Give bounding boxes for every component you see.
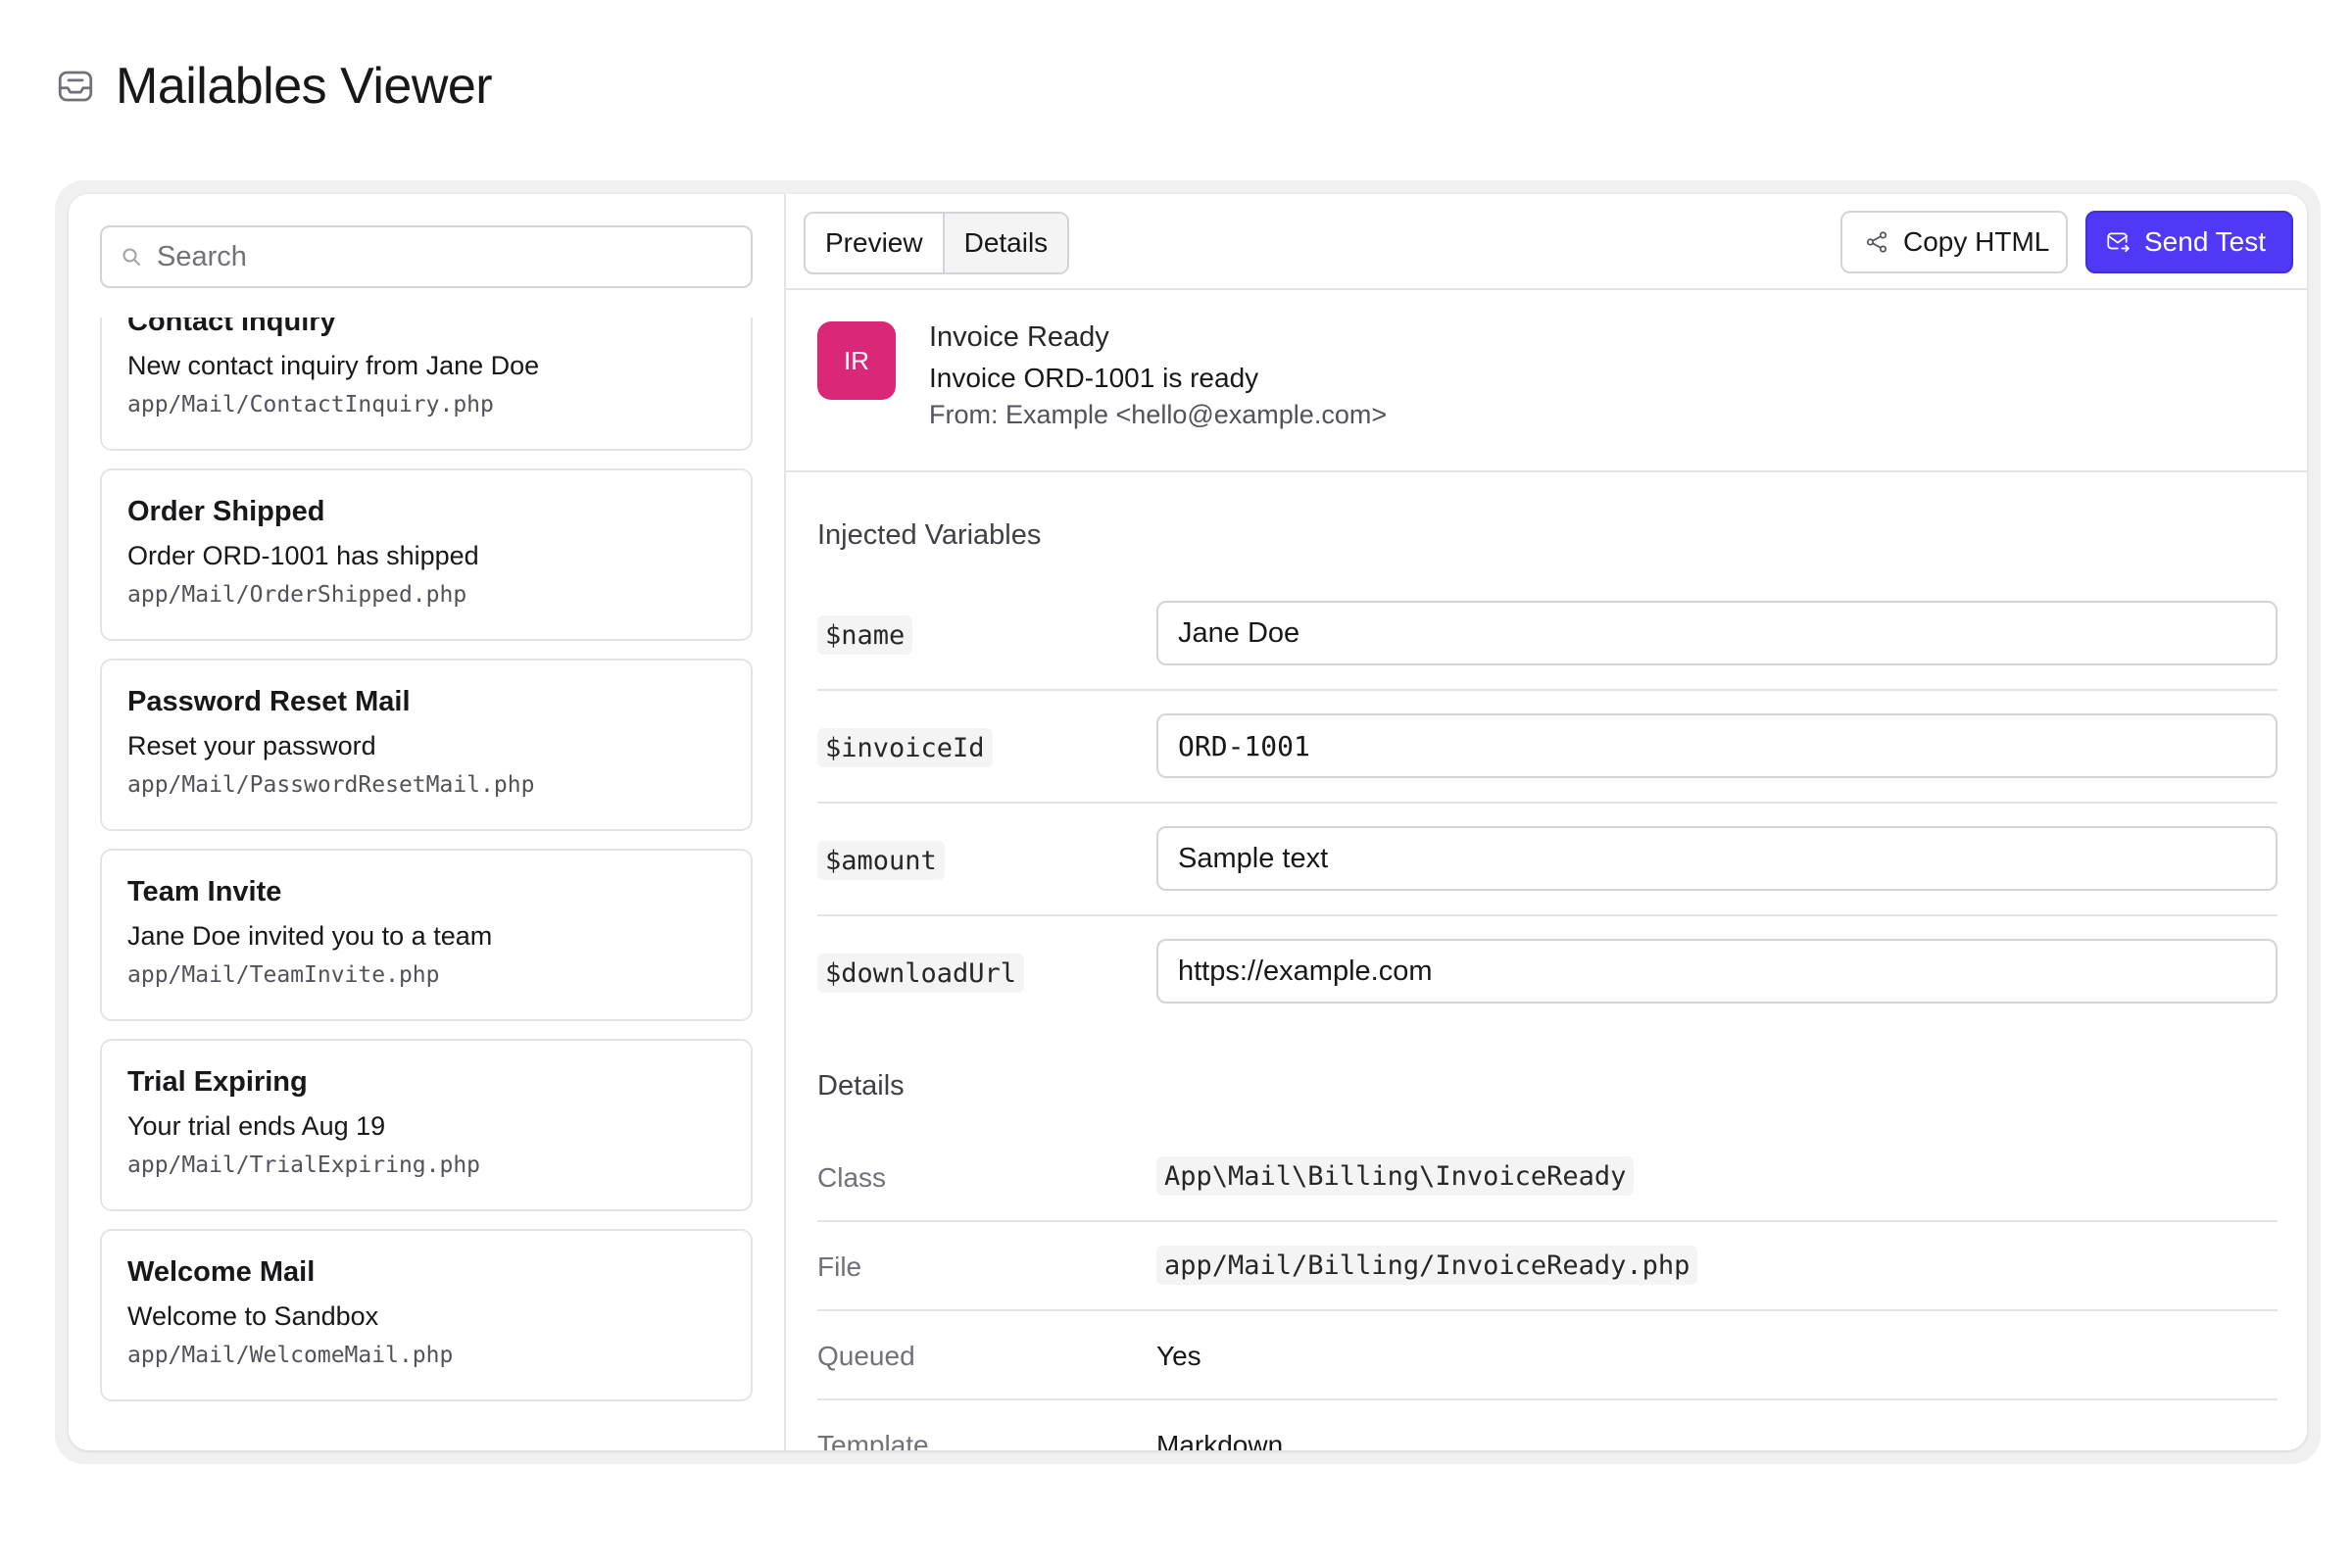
mailable-subject: Order ORD-1001 has shipped [127, 541, 479, 570]
variable-key: $name [817, 615, 913, 655]
details-heading: Details [817, 1070, 905, 1102]
tab-preview[interactable]: Preview [806, 214, 943, 272]
search-icon [122, 247, 141, 267]
mailable-subject: Reset your password [127, 731, 376, 760]
mailable-path: app/Mail/ContactInquiry.php [127, 392, 494, 417]
viewer-shell: Contact Inquiry New contact inquiry from… [55, 180, 2321, 1464]
mailable-title: Password Reset Mail [127, 686, 411, 717]
mailable-title: Trial Expiring [127, 1066, 308, 1098]
mailable-subject: New contact inquiry from Jane Doe [127, 351, 540, 380]
send-test-label: Send Test [2144, 226, 2267, 257]
detail-value-code: app/Mail/Billing/InvoiceReady.php [1156, 1246, 1698, 1285]
variable-input-amount[interactable] [1156, 826, 2278, 891]
inbox-icon [55, 66, 96, 107]
variable-input-name[interactable] [1156, 601, 2278, 665]
mailable-list-track: Contact Inquiry New contact inquiry from… [100, 318, 753, 1419]
variable-row: $name [817, 578, 2278, 691]
detail-label: Class [817, 1162, 887, 1193]
injected-variables-heading: Injected Variables [817, 519, 1042, 551]
page-title: Mailables Viewer [116, 58, 493, 115]
copy-html-button[interactable]: Copy HTML [1840, 211, 2068, 273]
detail-label: File [817, 1251, 862, 1282]
detail-label: Queued [817, 1341, 915, 1371]
mailable-detail-panel: Preview Details Copy HTML Send Test IR I… [786, 194, 2307, 1450]
mailable-path: app/Mail/TrialExpiring.php [127, 1152, 481, 1178]
search-box[interactable] [100, 225, 753, 288]
variable-row: $invoiceId [817, 691, 2278, 804]
copy-html-label: Copy HTML [1903, 226, 2050, 257]
mail-name: Invoice Ready [929, 321, 1109, 353]
variable-input-download-url[interactable] [1156, 939, 2278, 1004]
detail-row-class: Class App\Mail\Billing\InvoiceReady [817, 1133, 2278, 1222]
detail-label: Template [817, 1430, 929, 1450]
avatar: IR [817, 321, 896, 400]
variable-row: $downloadUrl [817, 916, 2278, 1029]
mail-send-icon [2105, 229, 2131, 255]
mailable-title: Welcome Mail [127, 1256, 316, 1288]
mailable-item-team-invite[interactable]: Team Invite Jane Doe invited you to a te… [100, 849, 753, 1021]
viewer-card: Contact Inquiry New contact inquiry from… [69, 194, 2307, 1450]
mailable-sidebar: Contact Inquiry New contact inquiry from… [69, 194, 786, 1450]
mailable-item-order-shipped[interactable]: Order Shipped Order ORD-1001 has shipped… [100, 468, 753, 641]
view-tabs: Preview Details [804, 212, 1070, 274]
detail-row-file: File app/Mail/Billing/InvoiceReady.php [817, 1222, 2278, 1311]
variable-key: $amount [817, 841, 945, 880]
mailable-title: Contact Inquiry [127, 318, 336, 337]
detail-row-template: Template Markdown [817, 1400, 2278, 1450]
mailable-title: Order Shipped [127, 496, 325, 527]
mailable-path: app/Mail/TeamInvite.php [127, 962, 440, 988]
mailable-subject: Welcome to Sandbox [127, 1301, 379, 1331]
variable-key: $downloadUrl [817, 954, 1025, 993]
mailable-item-welcome-mail[interactable]: Welcome Mail Welcome to Sandbox app/Mail… [100, 1229, 753, 1401]
mailable-subject: Your trial ends Aug 19 [127, 1111, 386, 1141]
variable-input-invoice-id[interactable] [1156, 713, 2278, 778]
mailable-path: app/Mail/WelcomeMail.php [127, 1343, 454, 1368]
toolbar: Preview Details Copy HTML Send Test [786, 194, 2307, 290]
share-icon [1864, 229, 1889, 255]
mailable-path: app/Mail/PasswordResetMail.php [127, 772, 535, 798]
mail-subject: Invoice ORD-1001 is ready [929, 363, 1259, 393]
detail-value: Markdown [1156, 1430, 1284, 1450]
send-test-button[interactable]: Send Test [2085, 211, 2293, 273]
detail-value-code: App\Mail\Billing\InvoiceReady [1156, 1156, 1635, 1196]
variable-row: $amount [817, 804, 2278, 916]
mailable-title: Team Invite [127, 876, 282, 907]
mailable-item-contact-inquiry[interactable]: Contact Inquiry New contact inquiry from… [100, 318, 753, 451]
detail-row-queued: Queued Yes [817, 1311, 2278, 1400]
mailable-list[interactable]: Contact Inquiry New contact inquiry from… [69, 318, 784, 1450]
mail-meta: IR Invoice Ready Invoice ORD-1001 is rea… [786, 290, 2307, 472]
mailable-item-trial-expiring[interactable]: Trial Expiring Your trial ends Aug 19 ap… [100, 1039, 753, 1211]
mailable-path: app/Mail/OrderShipped.php [127, 582, 467, 608]
search-input[interactable] [157, 240, 706, 273]
mailable-item-password-reset-mail[interactable]: Password Reset Mail Reset your password … [100, 659, 753, 831]
variable-key: $invoiceId [817, 728, 993, 767]
page-header: Mailables Viewer [55, 57, 493, 116]
mail-from: From: Example <hello@example.com> [929, 400, 1388, 429]
mailable-subject: Jane Doe invited you to a team [127, 921, 493, 951]
detail-value: Yes [1156, 1341, 1201, 1371]
tab-details[interactable]: Details [942, 214, 1068, 272]
